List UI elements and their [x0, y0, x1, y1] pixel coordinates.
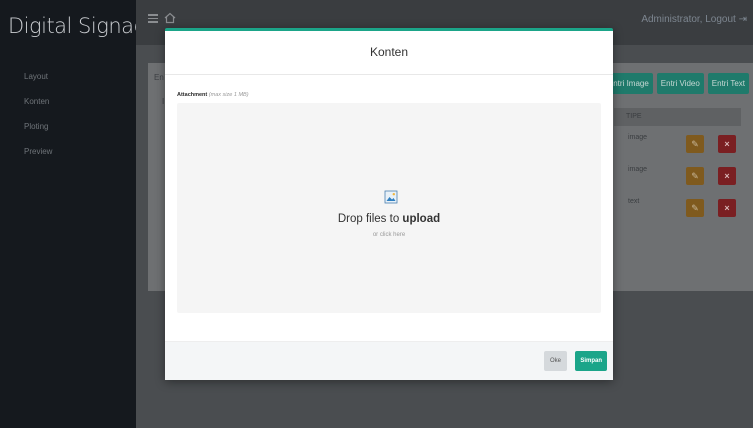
sidebar-item-layout[interactable]: Layout	[24, 72, 52, 97]
delete-button[interactable]: ×	[718, 199, 736, 217]
home-icon[interactable]	[164, 12, 176, 24]
table-header: TIPE	[614, 108, 741, 126]
edit-button[interactable]: ✎	[686, 135, 704, 153]
logout-icon[interactable]: ⇥	[739, 14, 747, 25]
image-file-icon	[384, 190, 398, 204]
konten-modal: Konten Attachment (max size 1 MB) Drop f…	[165, 28, 613, 380]
attachment-label-text: Attachment	[177, 92, 208, 98]
card-subtitle: I	[162, 97, 165, 106]
sidebar-item-ploting[interactable]: Ploting	[24, 122, 52, 147]
dropzone-text: Drop files to upload	[177, 213, 601, 225]
table-row: text ✎ ×	[614, 190, 741, 222]
simpan-button[interactable]: Simpan	[575, 351, 607, 371]
sidebar-item-konten[interactable]: Konten	[24, 97, 52, 122]
oke-button[interactable]: Oke	[543, 351, 567, 371]
modal-divider	[165, 74, 613, 75]
column-header-tipe: TIPE	[626, 113, 642, 120]
dropzone-subtext: or click here	[372, 232, 406, 238]
row-tipe: text	[628, 198, 640, 205]
entry-buttons: Entri Image Entri Video Entri Text	[603, 73, 749, 94]
table-row: image ✎ ×	[614, 126, 741, 158]
file-dropzone[interactable]: Drop files to upload or click here	[177, 103, 601, 313]
card-title: En	[154, 73, 164, 82]
row-tipe: image	[628, 166, 648, 173]
user-area[interactable]: Administrator, Logout ⇥	[641, 14, 747, 25]
menu-icon[interactable]	[148, 14, 158, 23]
delete-button[interactable]: ×	[718, 167, 736, 185]
sidebar-item-preview[interactable]: Preview	[24, 147, 52, 172]
dropzone-text-prefix: Drop files to	[337, 213, 403, 225]
edit-button[interactable]: ✎	[686, 167, 704, 185]
entri-text-button[interactable]: Entri Text	[707, 73, 749, 94]
modal-title: Konten	[369, 45, 409, 59]
sidebar: Digital Signage Layout Konten Ploting Pr…	[0, 0, 159, 428]
row-tipe: image	[628, 134, 648, 141]
modal-footer: Oke Simpan	[165, 341, 613, 380]
attachment-hint: (max size 1 MB)	[208, 92, 249, 98]
delete-button[interactable]: ×	[718, 135, 736, 153]
entri-video-button[interactable]: Entri Video	[656, 73, 704, 94]
sidebar-menu: Layout Konten Ploting Preview	[24, 72, 52, 172]
edit-button[interactable]: ✎	[686, 199, 704, 217]
user-logout-link[interactable]: Administrator, Logout	[641, 14, 736, 25]
dropzone-text-bold: upload	[402, 213, 441, 225]
attachment-label: Attachment (max size 1 MB)	[177, 92, 249, 98]
table-row: image ✎ ×	[614, 158, 741, 190]
